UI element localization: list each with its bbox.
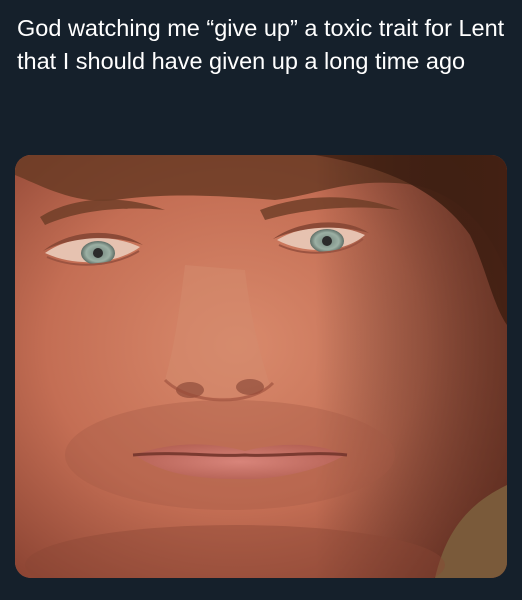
meme-post: God watching me “give up” a toxic trait … — [0, 0, 522, 600]
meme-photo[interactable] — [15, 155, 507, 578]
face-illustration — [15, 155, 507, 578]
meme-caption: God watching me “give up” a toxic trait … — [17, 15, 505, 74]
